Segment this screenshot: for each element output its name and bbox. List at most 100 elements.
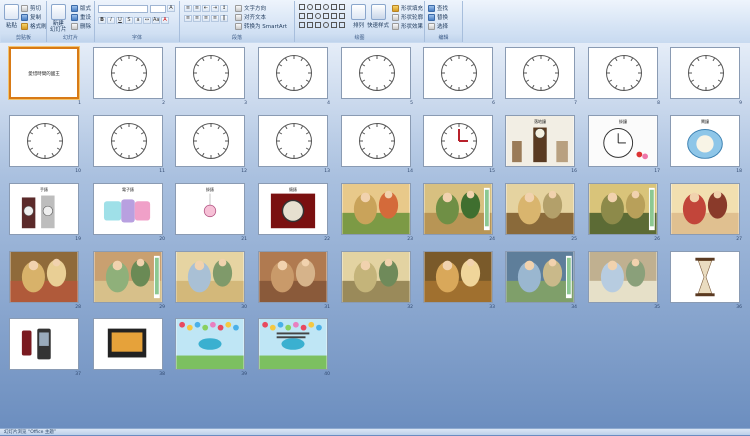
cut-button[interactable]: 剪切 bbox=[21, 4, 41, 12]
slide-thumbnail[interactable]: 鬧鐘 bbox=[670, 115, 740, 167]
slide-thumbnail[interactable]: 掛錶 bbox=[175, 183, 245, 235]
slide-number: 36 bbox=[736, 305, 742, 310]
font-name-box[interactable] bbox=[98, 5, 148, 13]
slide-thumbnail[interactable]: 懷錶 bbox=[258, 183, 328, 235]
slide-thumbnail[interactable] bbox=[588, 47, 658, 99]
paste-button[interactable]: 粘贴 bbox=[4, 4, 19, 29]
slide-thumbnail[interactable]: 愛惜時間的國王 bbox=[8, 46, 80, 100]
slide-thumbnail[interactable] bbox=[670, 251, 740, 303]
strike-button[interactable]: S bbox=[125, 17, 133, 24]
select-button[interactable]: 选择 bbox=[428, 22, 448, 30]
slide-thumbnail[interactable] bbox=[588, 183, 658, 235]
numbering-button[interactable]: ≡ bbox=[193, 5, 201, 12]
slide-thumbnail[interactable] bbox=[175, 318, 245, 370]
line-spacing-button[interactable]: ↕ bbox=[220, 5, 228, 12]
slide-thumbnail[interactable] bbox=[423, 251, 493, 303]
shape-outline-button[interactable]: 形状轮廓 bbox=[392, 13, 423, 21]
slide-number: 34 bbox=[571, 305, 577, 310]
slide-thumbnail[interactable] bbox=[341, 115, 411, 167]
arrange-icon bbox=[351, 4, 366, 20]
clock-face bbox=[688, 55, 724, 91]
slide-thumbnail[interactable] bbox=[258, 318, 328, 370]
slide-thumbnail[interactable] bbox=[341, 183, 411, 235]
slide-thumbnail[interactable] bbox=[505, 251, 575, 303]
slide-picture bbox=[259, 252, 327, 302]
slide-number: 18 bbox=[736, 169, 742, 174]
align-right-button[interactable]: ≡ bbox=[202, 15, 210, 22]
slide-number: 12 bbox=[241, 169, 247, 174]
slide-thumbnail[interactable]: 手錶 bbox=[9, 183, 79, 235]
slide-thumbnail[interactable] bbox=[9, 318, 79, 370]
text-direction-button[interactable]: 文字方向 bbox=[235, 4, 266, 12]
slide-thumbnail[interactable] bbox=[93, 47, 163, 99]
scissors-icon bbox=[21, 4, 28, 12]
slide-thumbnail[interactable] bbox=[341, 47, 411, 99]
spacing-button[interactable]: ↔ bbox=[143, 17, 151, 24]
quick-styles-button[interactable]: 快速样式 bbox=[367, 4, 389, 29]
slide-thumbnail[interactable] bbox=[588, 251, 658, 303]
layout-button[interactable]: 版式 bbox=[71, 4, 91, 12]
align-center-button[interactable]: ≡ bbox=[193, 15, 201, 22]
slide-picture bbox=[10, 252, 78, 302]
slide-thumbnail[interactable] bbox=[670, 183, 740, 235]
slide-caption: 鬧鐘 bbox=[701, 119, 709, 124]
slide-thumbnail[interactable] bbox=[258, 251, 328, 303]
font-group: A B I U S a ↔ Aa A 字体 bbox=[95, 1, 180, 42]
slide-thumbnail[interactable] bbox=[93, 318, 163, 370]
format-painter-button[interactable]: 格式刷 bbox=[21, 22, 47, 30]
shapes-gallery[interactable] bbox=[299, 4, 347, 30]
slide-thumbnail[interactable] bbox=[423, 47, 493, 99]
font-size-box[interactable] bbox=[150, 5, 166, 13]
underline-button[interactable]: U bbox=[116, 17, 124, 24]
delete-slide-button[interactable]: 删除 bbox=[71, 22, 91, 30]
slide-thumbnail[interactable] bbox=[505, 183, 575, 235]
smartart-button[interactable]: 转换为 SmartArt bbox=[235, 22, 287, 30]
font-color-button[interactable]: A bbox=[161, 17, 169, 24]
slide-thumbnail[interactable] bbox=[175, 115, 245, 167]
slide-thumbnail[interactable]: 掛鐘 bbox=[588, 115, 658, 167]
slide-thumbnail[interactable] bbox=[93, 115, 163, 167]
slide-thumbnail[interactable] bbox=[175, 251, 245, 303]
align-text-button[interactable]: 对齐文本 bbox=[235, 13, 266, 21]
shape-effects-button[interactable]: 形状效果 bbox=[392, 22, 423, 30]
slide-thumbnail[interactable] bbox=[505, 47, 575, 99]
find-button[interactable]: 查找 bbox=[428, 4, 448, 12]
new-slide-button[interactable]: 新建 幻灯片 bbox=[50, 4, 67, 33]
italic-button[interactable]: I bbox=[107, 17, 115, 24]
slide-thumbnail[interactable] bbox=[670, 47, 740, 99]
bullets-button[interactable]: ≡ bbox=[184, 5, 192, 12]
slide-thumbnail[interactable] bbox=[93, 251, 163, 303]
clock-face bbox=[359, 123, 395, 159]
reset-button[interactable]: 重设 bbox=[71, 13, 91, 21]
slide-picture bbox=[176, 252, 244, 302]
arrange-button[interactable]: 排列 bbox=[351, 4, 366, 29]
slide-thumbnail[interactable] bbox=[258, 115, 328, 167]
clock-face bbox=[606, 55, 642, 91]
slide-number: 21 bbox=[241, 237, 247, 242]
columns-button[interactable]: ‖ bbox=[220, 15, 228, 22]
slide-thumbnail[interactable] bbox=[341, 251, 411, 303]
clock-face bbox=[441, 123, 477, 159]
slide-thumbnail[interactable]: 落地鐘 bbox=[505, 115, 575, 167]
outline-icon bbox=[392, 13, 399, 21]
decrease-indent-button[interactable]: ⇤ bbox=[202, 5, 210, 12]
grow-font-button[interactable]: A bbox=[167, 5, 175, 12]
shape-fill-button[interactable]: 形状填充 bbox=[392, 4, 423, 12]
slide-thumbnail[interactable] bbox=[423, 183, 493, 235]
slide-number: 5 bbox=[410, 101, 413, 106]
slide-thumbnail[interactable] bbox=[9, 251, 79, 303]
slide-caption: 落地鐘 bbox=[534, 119, 546, 124]
justify-button[interactable]: ≡ bbox=[211, 15, 219, 22]
slide-thumbnail[interactable]: 電子錶 bbox=[93, 183, 163, 235]
copy-button[interactable]: 复制 bbox=[21, 13, 41, 21]
replace-button[interactable]: 替换 bbox=[428, 13, 448, 21]
align-left-button[interactable]: ≡ bbox=[184, 15, 192, 22]
slide-thumbnail[interactable] bbox=[258, 47, 328, 99]
shadow-button[interactable]: a bbox=[134, 17, 142, 24]
bold-button[interactable]: B bbox=[98, 17, 106, 24]
slide-thumbnail[interactable] bbox=[423, 115, 493, 167]
increase-indent-button[interactable]: ⇥ bbox=[211, 5, 219, 12]
slide-thumbnail[interactable] bbox=[9, 115, 79, 167]
slide-thumbnail[interactable] bbox=[175, 47, 245, 99]
case-button[interactable]: Aa bbox=[152, 17, 160, 24]
